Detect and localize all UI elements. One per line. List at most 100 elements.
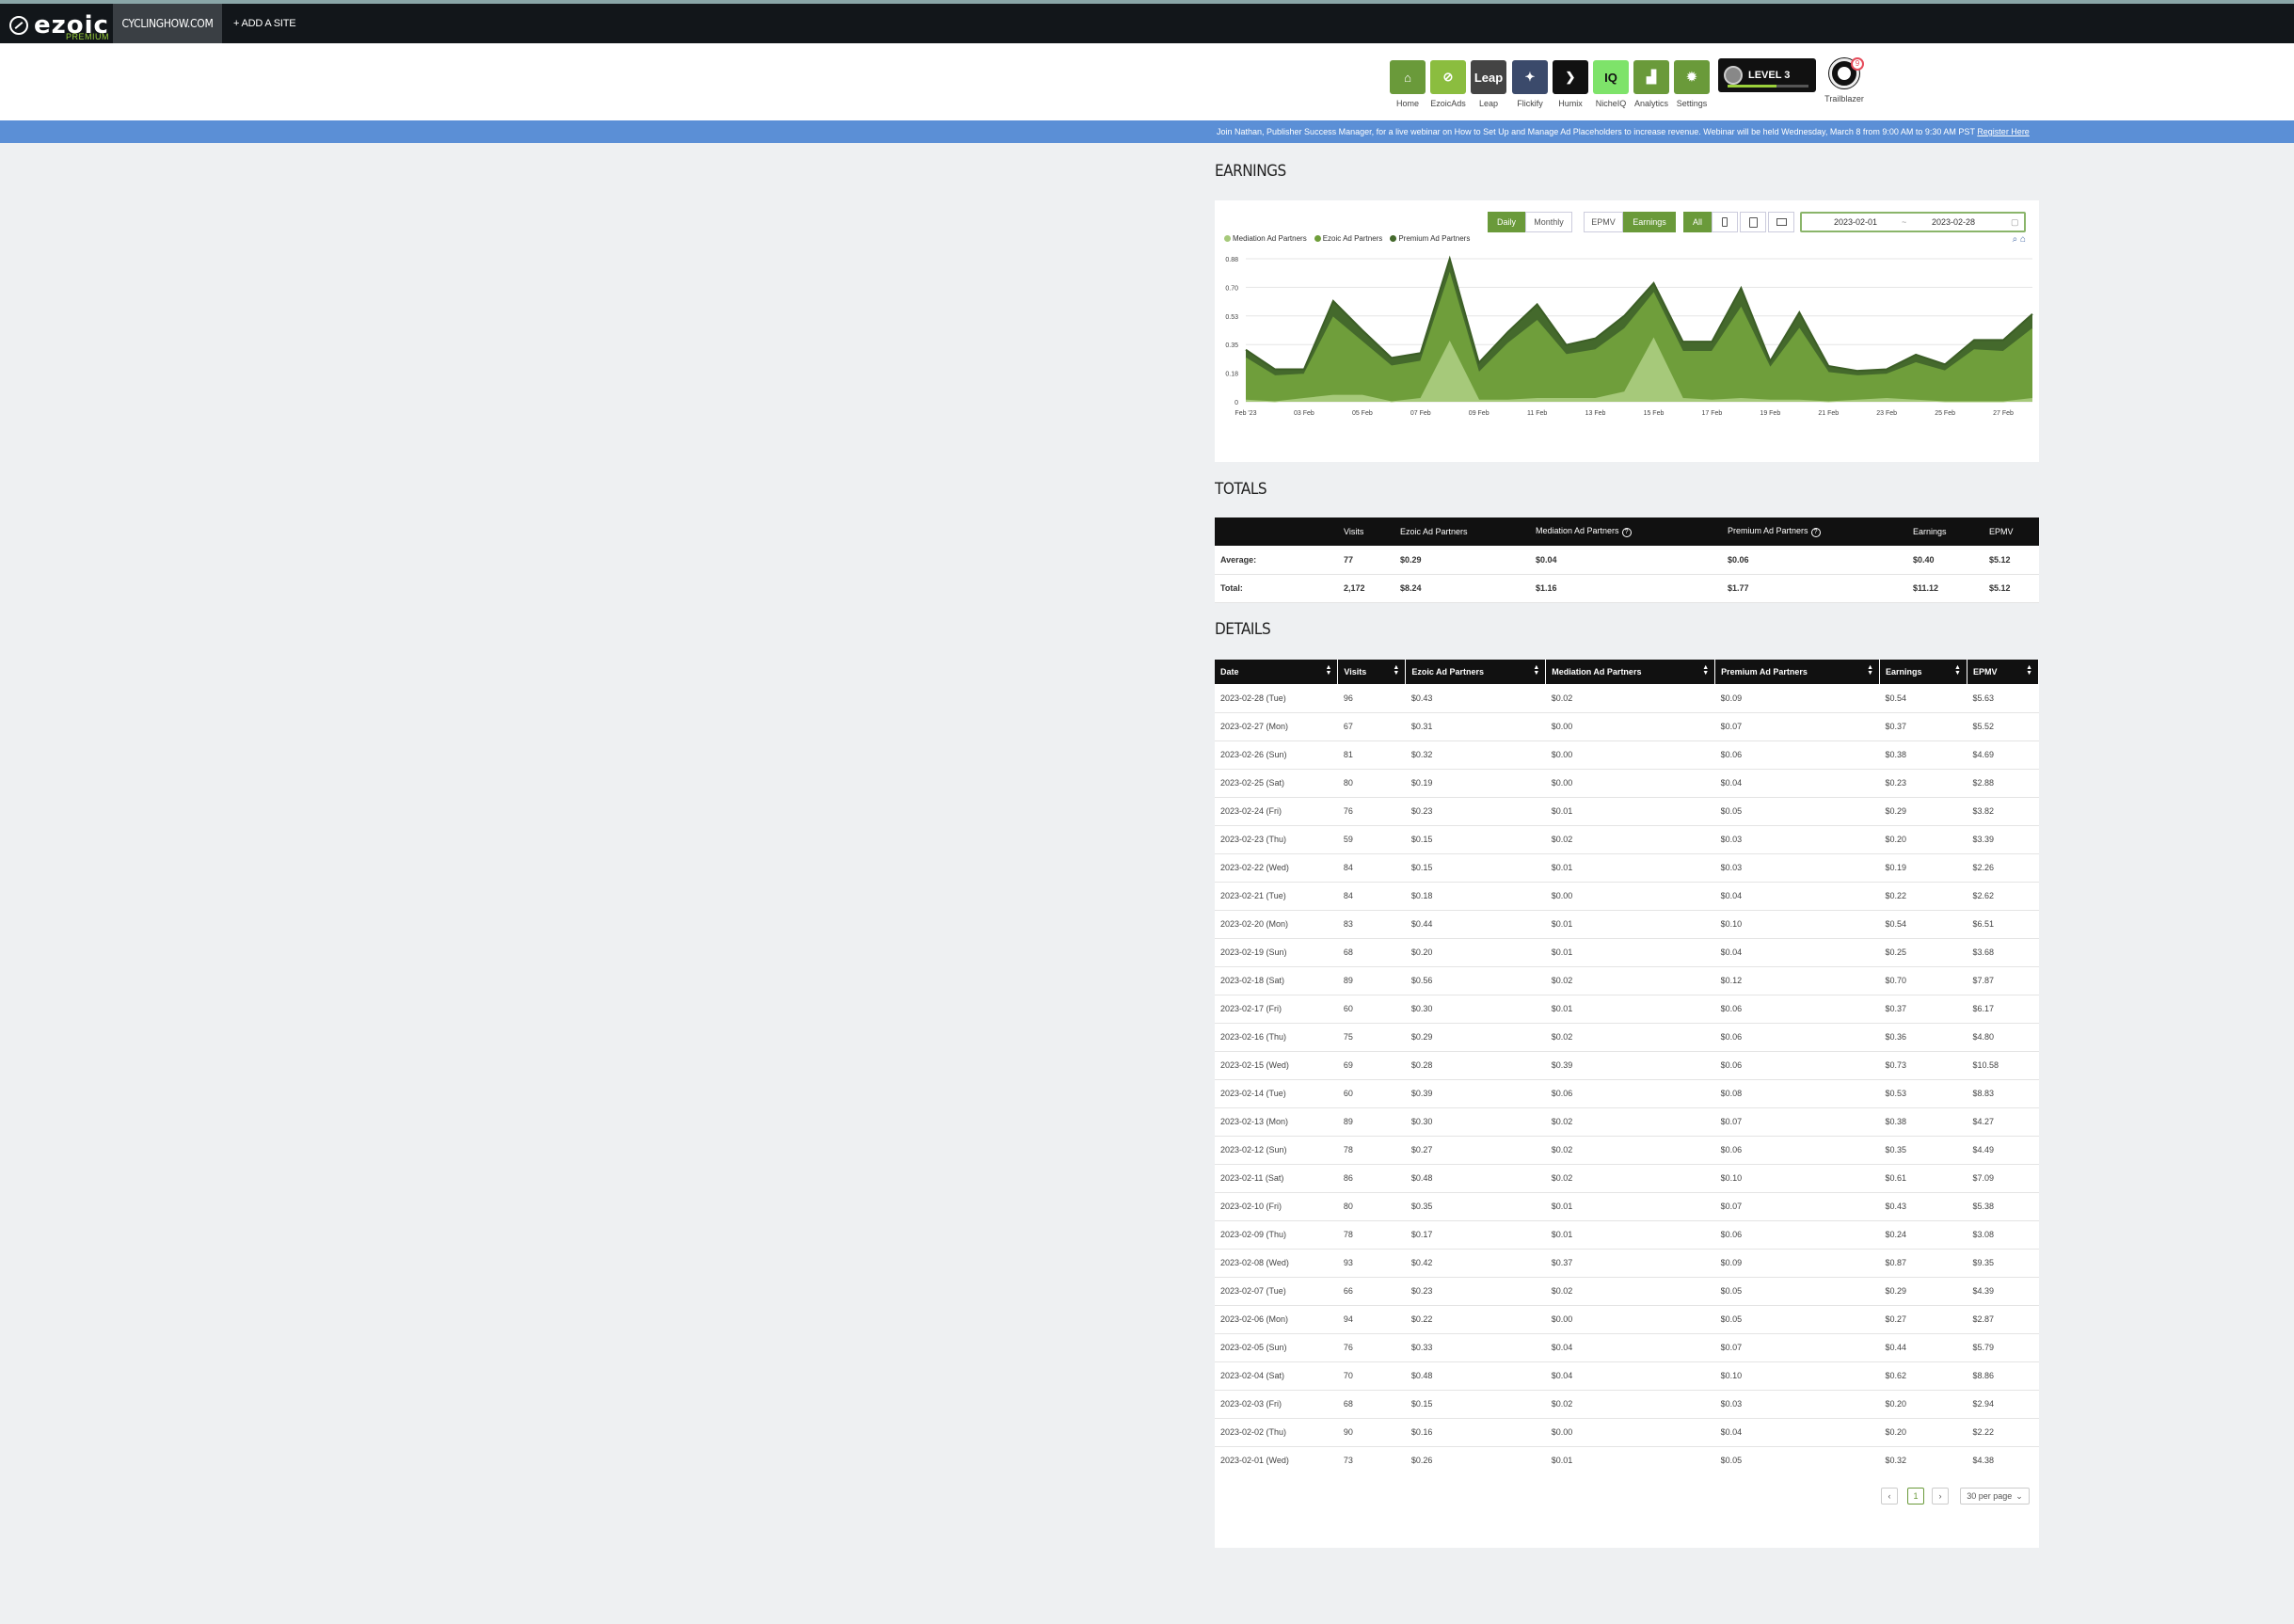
desktop-device-toggle[interactable] — [1768, 212, 1794, 232]
table-cell: $0.20 — [1405, 938, 1546, 967]
table-cell: 2023-02-22 (Wed) — [1215, 853, 1338, 883]
table-cell: 90 — [1337, 1418, 1406, 1447]
legend-dot — [1224, 235, 1231, 242]
column-header-label: Premium Ad Partners — [1721, 667, 1808, 677]
page-1-button[interactable]: 1 — [1907, 1488, 1924, 1505]
table-row: Total: 2,172 $8.24 $1.16 $1.77 $11.12 $5.12 — [1215, 574, 2039, 603]
register-link[interactable]: Register Here — [1977, 127, 2030, 136]
ezoic-logo[interactable]: ezoic PREMIUM — [9, 8, 109, 43]
table-cell: $0.62 — [1879, 1361, 1967, 1391]
table-cell: $1.16 — [1530, 574, 1722, 603]
site-selector-tab[interactable]: CYCLINGHOW.COM — [113, 4, 222, 43]
reset-home-icon[interactable]: ⌂ — [2020, 234, 2026, 245]
table-cell: $0.07 — [1714, 1107, 1880, 1137]
table-cell: 78 — [1337, 1220, 1406, 1250]
table-cell: 2023-02-17 (Fri) — [1215, 995, 1338, 1024]
tablet-device-toggle[interactable] — [1740, 212, 1766, 232]
table-cell: 2023-02-01 (Wed) — [1215, 1446, 1338, 1475]
sort-icon[interactable]: ▲ ▼ — [1954, 664, 1961, 677]
app-leap[interactable]: Leap Leap — [1471, 60, 1506, 108]
mobile-device-toggle[interactable] — [1712, 212, 1738, 232]
table-row: 2023-02-17 (Fri) 60 $0.30 $0.01 $0.06 $0.37 $6… — [1215, 995, 2039, 1024]
table-cell: $4.49 — [1967, 1136, 2039, 1165]
help-icon[interactable]: ? — [1810, 528, 1821, 537]
sort-icon[interactable]: ▲ ▼ — [1325, 664, 1331, 677]
x-tick-label: 03 Feb — [1294, 410, 1314, 417]
add-site-link[interactable]: + ADD A SITE — [233, 4, 296, 43]
per-page-select[interactable]: 30 per page ⌄ — [1960, 1488, 2030, 1505]
legend-item[interactable]: Premium Ad Partners — [1390, 234, 1470, 243]
next-page-button[interactable]: › — [1932, 1488, 1949, 1505]
table-cell: $0.22 — [1879, 882, 1967, 911]
table-cell: 80 — [1337, 1192, 1406, 1221]
sort-icon[interactable]: ▲ ▼ — [1533, 664, 1539, 677]
table-cell: $0.01 — [1545, 1192, 1715, 1221]
daily-toggle[interactable]: Daily — [1488, 212, 1525, 232]
earnings-toggle[interactable]: Earnings — [1623, 212, 1676, 232]
legend-item[interactable]: Ezoic Ad Partners — [1314, 234, 1382, 243]
column-header[interactable]: Premium Ad Partners ▲ ▼ — [1714, 660, 1881, 684]
trailblazer-icon: 9 — [1829, 57, 1864, 88]
table-cell: $0.19 — [1405, 769, 1546, 798]
table-row: 2023-02-27 (Mon) 67 $0.31 $0.00 $0.07 $0.37 $5… — [1215, 712, 2039, 741]
table-cell: $0.02 — [1545, 1023, 1715, 1052]
table-cell: $0.87 — [1879, 1249, 1967, 1278]
column-header[interactable]: Date ▲ ▼ — [1215, 660, 1339, 684]
legend-item[interactable]: Mediation Ad Partners — [1224, 234, 1307, 243]
prev-page-button[interactable]: ‹ — [1881, 1488, 1898, 1505]
column-header[interactable]: EPMV ▲ ▼ — [1967, 660, 2040, 684]
table-cell: $2.94 — [1967, 1390, 2039, 1419]
column-header-label: Ezoic Ad Partners — [1411, 667, 1485, 677]
table-cell: $0.31 — [1405, 712, 1546, 741]
level-badge[interactable]: LEVEL 3 — [1718, 58, 1816, 92]
table-row: 2023-02-04 (Sat) 70 $0.48 $0.04 $0.10 $0.62 $8… — [1215, 1361, 2039, 1391]
date-from: 2023-02-01 — [1834, 217, 1878, 227]
table-cell: $0.36 — [1879, 1023, 1967, 1052]
table-cell: $0.32 — [1879, 1446, 1967, 1475]
monthly-toggle[interactable]: Monthly — [1525, 212, 1572, 232]
table-cell: $0.48 — [1405, 1361, 1546, 1391]
table-cell: 78 — [1337, 1136, 1406, 1165]
x-tick-label: 09 Feb — [1469, 410, 1490, 417]
column-header[interactable]: Visits ▲ ▼ — [1337, 660, 1407, 684]
table-cell: 84 — [1337, 853, 1406, 883]
banner-text: Join Nathan, Publisher Success Manager, … — [1217, 127, 1975, 136]
table-cell: $0.06 — [1545, 1079, 1715, 1108]
trailblazer-button[interactable]: 9 Trailblazer — [1824, 57, 1864, 103]
app-settings[interactable]: ✹ Settings — [1674, 60, 1710, 108]
table-cell: $9.35 — [1967, 1249, 2039, 1278]
table-cell: $0.27 — [1879, 1305, 1967, 1334]
table-cell: 2023-02-16 (Thu) — [1215, 1023, 1338, 1052]
x-tick-label: 19 Feb — [1760, 410, 1780, 417]
epmv-toggle[interactable]: EPMV — [1584, 212, 1623, 232]
table-cell: $0.16 — [1405, 1418, 1546, 1447]
table-row: 2023-02-20 (Mon) 83 $0.44 $0.01 $0.10 $0.54 $6… — [1215, 910, 2039, 939]
table-cell: $0.04 — [1545, 1361, 1715, 1391]
table-cell: $0.25 — [1879, 938, 1967, 967]
table-cell: $0.04 — [1714, 769, 1880, 798]
table-row: 2023-02-02 (Thu) 90 $0.16 $0.00 $0.04 $0.20 $2… — [1215, 1418, 2039, 1447]
table-cell: $4.69 — [1967, 740, 2039, 770]
table-cell: $1.77 — [1722, 574, 1907, 603]
column-header[interactable]: Ezoic Ad Partners ▲ ▼ — [1405, 660, 1547, 684]
sort-icon[interactable]: ▲ ▼ — [2026, 664, 2032, 677]
table-cell: $0.37 — [1879, 995, 1967, 1024]
column-header[interactable]: Earnings ▲ ▼ — [1879, 660, 1967, 684]
table-row: 2023-02-18 (Sat) 89 $0.56 $0.02 $0.12 $0.70 $7… — [1215, 966, 2039, 995]
column-header-label: EPMV — [1972, 667, 1998, 677]
sort-icon[interactable]: ▲ ▼ — [1393, 664, 1399, 677]
table-cell: 60 — [1337, 1079, 1406, 1108]
table-cell: $0.39 — [1545, 1051, 1715, 1080]
table-row: 2023-02-22 (Wed) 84 $0.15 $0.01 $0.03 $0.19 $2… — [1215, 853, 2039, 883]
sort-icon[interactable]: ▲ ▼ — [1867, 664, 1873, 677]
zoom-icon[interactable]: ⌕ — [2013, 234, 2018, 245]
help-icon[interactable]: ? — [1621, 528, 1632, 537]
date-range-picker[interactable]: 2023-02-01 ~ 2023-02-28 ▢ — [1800, 212, 2026, 232]
table-cell: $0.39 — [1405, 1079, 1546, 1108]
sort-icon[interactable]: ▲ ▼ — [1702, 664, 1709, 677]
table-cell: $0.38 — [1879, 1107, 1967, 1137]
table-cell: 89 — [1337, 966, 1406, 995]
table-cell: $0.07 — [1714, 1333, 1880, 1362]
all-devices-toggle[interactable]: All — [1683, 212, 1712, 232]
column-header[interactable]: Mediation Ad Partners ▲ ▼ — [1545, 660, 1716, 684]
